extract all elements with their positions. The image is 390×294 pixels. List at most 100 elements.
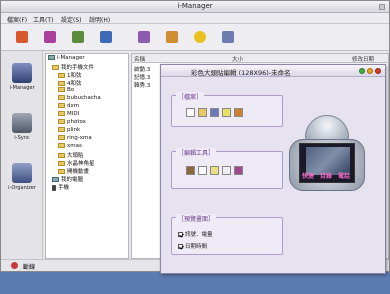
menu-settings[interactable]: 設定(S) (61, 15, 82, 24)
settings-button[interactable] (135, 28, 153, 46)
column-date[interactable]: 修改日期 (352, 55, 374, 63)
maximize-icon[interactable] (367, 68, 373, 74)
page-icon[interactable] (198, 166, 207, 175)
organizer-icon (12, 163, 32, 183)
column-name[interactable]: 名稱 (134, 55, 145, 63)
help-button[interactable] (191, 28, 209, 46)
tree-item[interactable]: plink (58, 127, 80, 135)
folder-icon (58, 127, 65, 132)
tree-my-computer[interactable]: 我的電腦 (52, 175, 83, 183)
tree-item[interactable]: bubuchacha (58, 95, 101, 103)
exit-button[interactable] (219, 28, 237, 46)
sidebar-item-label: i-Manager (9, 85, 35, 91)
folder-icon (58, 143, 65, 148)
tree-item[interactable]: Bo (58, 87, 74, 95)
edit-tools-panel: ［編輯工具］ (171, 148, 283, 189)
menu-file[interactable]: 檔案(F) (7, 15, 27, 24)
settings-icon (138, 31, 150, 43)
signal-battery-checkbox[interactable]: 訊號．電量 (178, 230, 213, 238)
tree-item[interactable]: 開機動畫 (58, 167, 89, 175)
menu-tools[interactable]: 工具(T) (33, 15, 53, 24)
manual-button[interactable] (163, 28, 181, 46)
dialog-title-bar[interactable]: 彩色大頭貼編輯 (128X96)-未命名 (161, 65, 385, 77)
preview-panel-title: ［預覽畫面］ (176, 214, 217, 223)
phonebook-icon (44, 31, 56, 43)
phone-preview: 快捷 目錄 電話 (287, 105, 377, 235)
tree-item[interactable]: 4和弦 (58, 79, 82, 87)
file-row[interactable]: 啟動.3 (134, 65, 150, 73)
sidebar-item-isync[interactable]: i-Sync (3, 111, 41, 147)
tree-label: ring-xma (67, 135, 92, 141)
phone-icon (52, 184, 56, 191)
save-icon[interactable] (210, 108, 219, 117)
checkbox-label: 日期時間 (185, 244, 208, 250)
edit-tools-title: ［編輯工具］ (176, 148, 217, 157)
softkey-menu: 目錄 (320, 173, 333, 180)
close-icon[interactable] (379, 4, 385, 10)
export-icon[interactable] (234, 108, 243, 117)
send-button[interactable] (97, 28, 115, 46)
dialog-title: 彩色大頭貼編輯 (128X96)-未命名 (191, 69, 291, 77)
help-icon[interactable] (222, 108, 231, 117)
tree-item[interactable]: 大頭貼 (58, 151, 84, 159)
close-icon[interactable] (375, 68, 381, 74)
phone-manager-icon (12, 63, 32, 83)
column-size[interactable]: 大小 (232, 55, 243, 63)
tree-label: i-Manager (57, 55, 85, 61)
folder-icon (58, 87, 65, 92)
folder-icon (58, 95, 65, 100)
softkey-shortcut: 快捷 (302, 173, 315, 180)
sidebar: i-Manager i-Sync i-Organizer (1, 51, 43, 261)
tree-label: Bo (67, 87, 75, 93)
image-icon (72, 31, 84, 43)
sidebar-item-iorganizer[interactable]: i-Organizer (3, 161, 41, 197)
disconnect-icon (11, 262, 18, 269)
exit-icon (222, 31, 234, 43)
file-row[interactable]: 記憶.3 (134, 73, 150, 81)
status-label: 斷線 (23, 264, 36, 271)
open-phone-icon (16, 31, 28, 43)
folder-tree: i-Manager 我的手機文件 1和弦 4和弦 Bo bubuchacha d… (45, 53, 129, 259)
send-icon (100, 31, 112, 43)
tree-item[interactable]: MIDI (58, 111, 79, 119)
minimize-icon[interactable] (359, 68, 365, 74)
new-file-icon[interactable] (186, 108, 195, 117)
text-icon[interactable] (222, 166, 231, 175)
tree-label: dxm (67, 103, 80, 109)
tree-label: xmas (67, 143, 82, 149)
folder-icon (58, 135, 65, 140)
tree-phone-docs[interactable]: 我的手機文件 (52, 63, 94, 71)
phone-speaker-icon (305, 115, 349, 141)
file-list-header: 名稱 大小 修改日期 (132, 54, 388, 63)
tree-item[interactable]: xmas (58, 143, 82, 151)
tree-item[interactable]: ring-xma (58, 135, 92, 143)
toolbar (1, 24, 389, 51)
menu-bar: 檔案(F) 工具(T) 設定(S) 說明(H) (1, 13, 389, 24)
help-icon (194, 31, 206, 43)
tree-root[interactable]: i-Manager (48, 55, 85, 63)
sidebar-item-imanager[interactable]: i-Manager (3, 61, 41, 97)
tree-item[interactable]: dxm (58, 103, 79, 111)
pencil-icon[interactable] (210, 166, 219, 175)
image-button[interactable] (69, 28, 87, 46)
sidebar-item-label: i-Organizer (8, 185, 36, 191)
folder-icon (58, 161, 65, 166)
computer-icon (48, 55, 55, 60)
folder-icon (52, 65, 59, 70)
camera-icon[interactable] (186, 166, 195, 175)
tree-item[interactable]: photos (58, 119, 86, 127)
tree-item[interactable]: 1和弦 (58, 71, 82, 79)
phonebook-button[interactable] (41, 28, 59, 46)
datetime-checkbox[interactable]: 日期時間 (178, 242, 207, 250)
tree-item[interactable]: 水晶神角星 (58, 159, 95, 167)
brush-icon[interactable] (234, 166, 243, 175)
open-phone-button[interactable] (13, 28, 31, 46)
title-bar[interactable]: i-Manager (1, 1, 389, 13)
folder-icon (58, 103, 65, 108)
file-row[interactable]: 韓秀.3 (134, 81, 150, 89)
tree-phone[interactable]: 手機 (52, 183, 69, 191)
menu-help[interactable]: 說明(H) (89, 15, 110, 24)
tree-label: bubuchacha (67, 95, 101, 101)
open-folder-icon[interactable] (198, 108, 207, 117)
checkbox-label: 訊號．電量 (185, 232, 213, 238)
